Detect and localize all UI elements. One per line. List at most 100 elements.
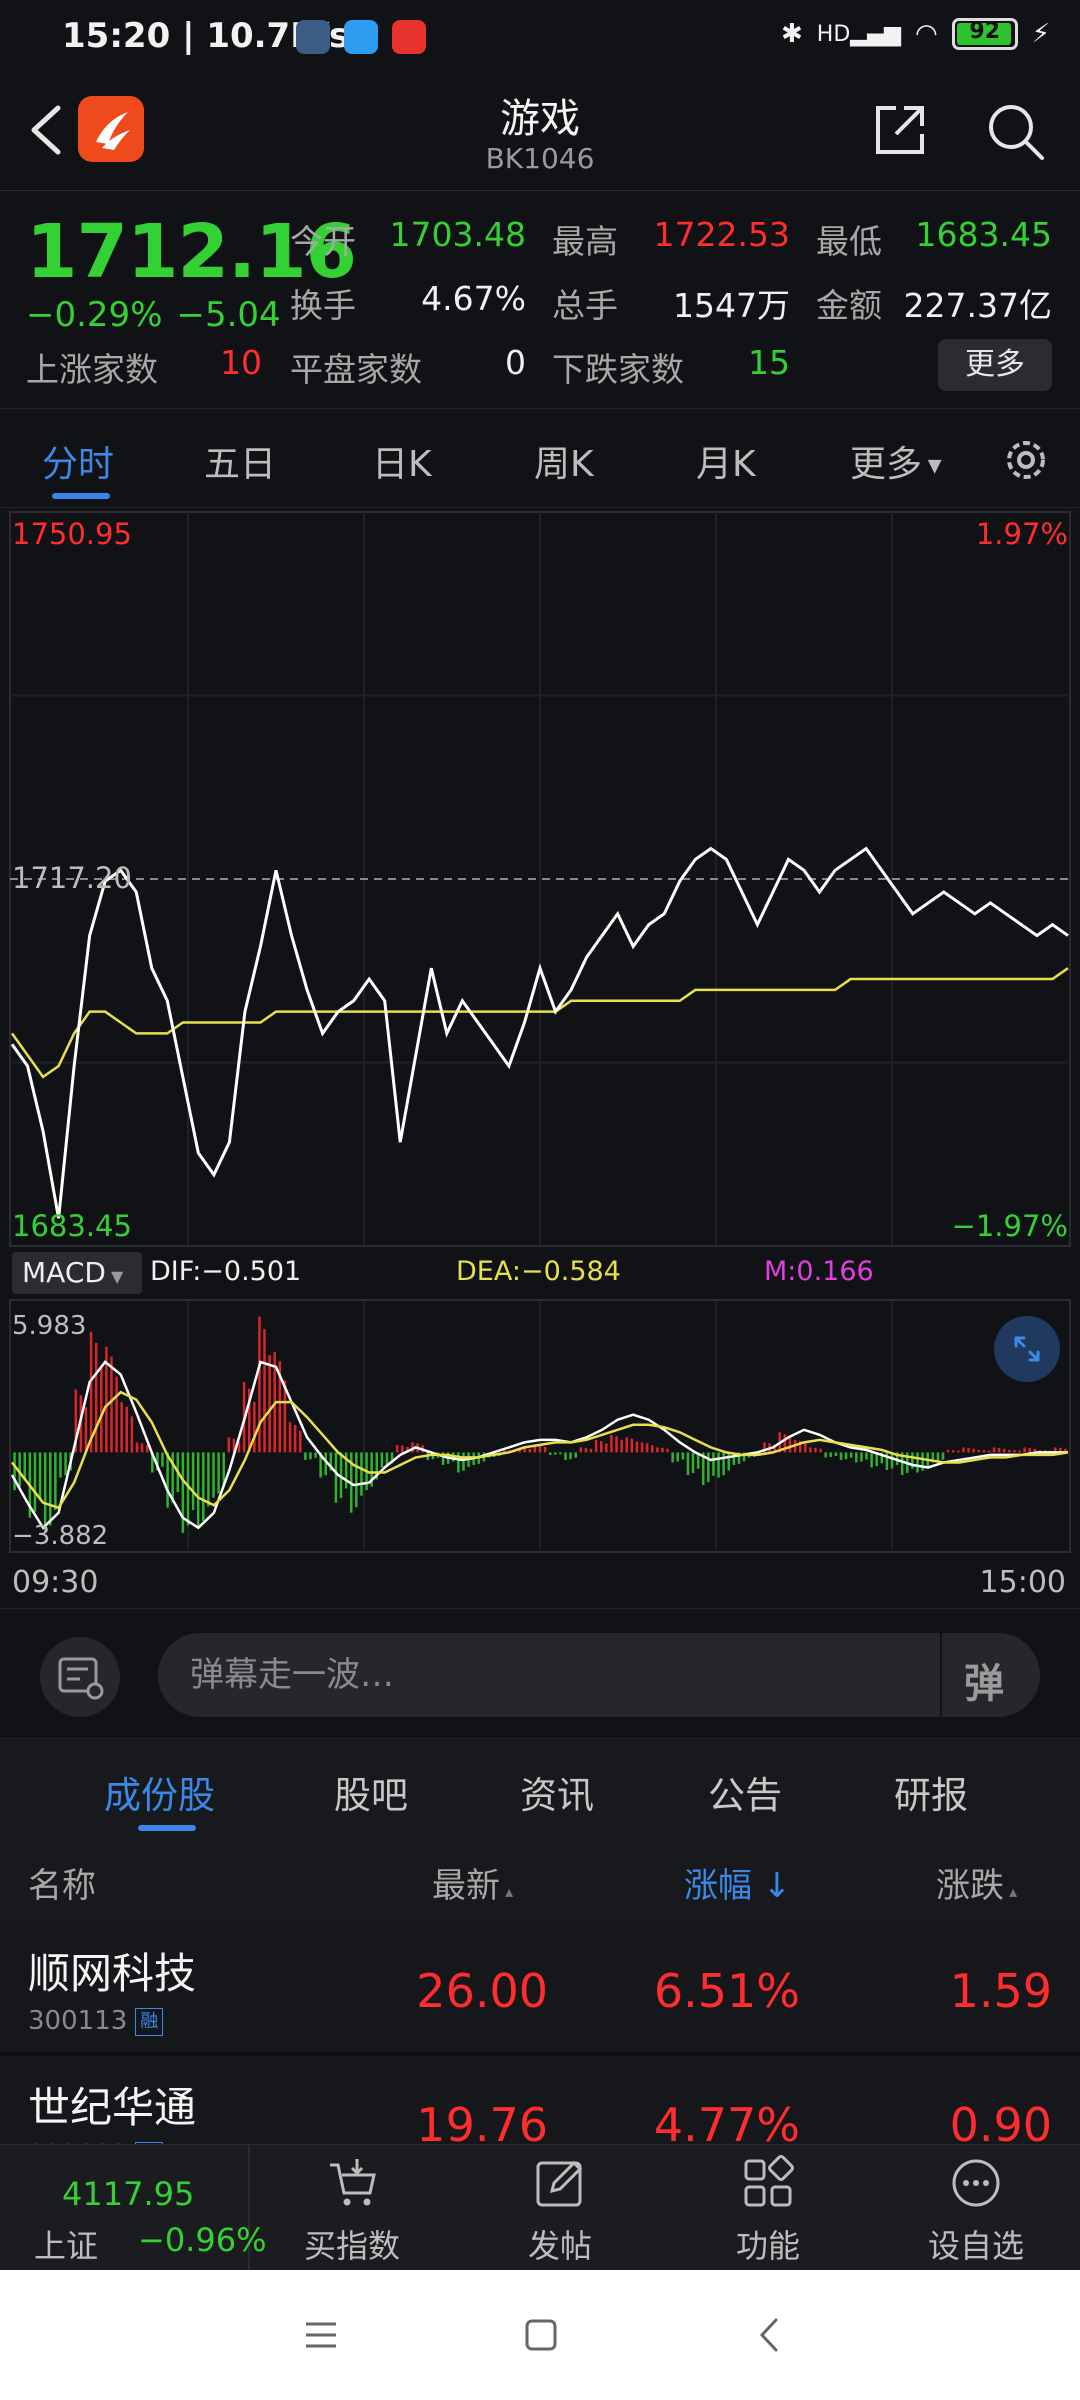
y-bottom-label: 1683.45 [12,1209,132,1243]
share-icon[interactable] [870,100,930,160]
search-icon[interactable] [984,100,1046,162]
cart-icon [330,2159,376,2206]
more-quote-button[interactable]: 更多 [938,339,1052,391]
post-label: 发帖 [527,2227,592,2265]
add-watchlist-button[interactable]: 设自选 [876,2145,1076,2271]
bluetooth-icon: ✱ [781,19,803,49]
caret-down-icon: ▼ [105,1267,124,1286]
stock-latest: 26.00 [416,1964,548,2018]
high-value: 1722.53 [653,215,790,254]
buy-index-button[interactable]: 买指数 [252,2145,452,2271]
wifi-icon: ◠ [915,19,938,49]
system-nav-bar [0,2270,1080,2400]
index-change: −0.96% [138,2221,267,2259]
y-mid-label: 1717.20 [12,861,132,895]
grid-icon [744,2155,794,2207]
stock-change: 1.59 [949,1964,1052,2018]
volume-label: 总手 [552,286,618,325]
edit-icon [536,2160,583,2207]
turnover-value: 4.67% [421,279,526,318]
high-label: 最高 [552,222,618,261]
tab-research[interactable]: 研报 [894,1765,968,1819]
danmu-toggle-label: 弹 [964,1661,1004,1707]
col-change-pct[interactable]: 涨幅 ↓ [684,1858,791,1907]
danmu-input[interactable] [190,1633,950,1717]
index-value: 4117.95 [62,2175,195,2213]
expand-chart-button[interactable] [994,1316,1060,1382]
table-row[interactable]: 顺网科技 300113 融 26.00 6.51% 1.59 [0,1922,1080,2054]
tab-five-day[interactable]: 五日 [204,435,276,487]
tab-monthly-k[interactable]: 月K [696,435,756,487]
change-percent: −0.29% [26,295,163,335]
menu-icon[interactable] [296,2310,346,2360]
home-icon[interactable] [516,2310,566,2360]
danmu-input-box[interactable]: 弹 [158,1633,1040,1717]
turnover-label: 换手 [290,286,356,325]
pct-bottom-label: −1.97% [952,1209,1068,1243]
x-end-label: 15:00 [980,1565,1066,1600]
stock-name: 世纪华通 [28,2083,197,2132]
settings-app-icon [296,20,330,54]
down-count: 15 [748,343,790,382]
header: 游戏 BK1046 [0,78,1080,190]
post-button[interactable]: 发帖 [460,2145,660,2271]
section-tabs: 成份股 股吧 资讯 公告 研报 [0,1738,1080,1836]
index-ticker[interactable]: 4117.95 上证 −0.96% [0,2145,266,2271]
add-watchlist-label: 设自选 [927,2227,1024,2265]
x-start-label: 09:30 [12,1565,98,1600]
stock-code: 300113 融 [28,2006,164,2036]
macd-grid [187,1302,893,1550]
stock-change-pct: 6.51% [653,1964,800,2018]
intraday-chart[interactable]: 1750.95 1.97% 1717.20 1683.45 −1.97% 5.9… [0,508,1080,1608]
margin-badge: 融 [135,2007,164,2036]
macd-top-label: 5.983 [12,1311,86,1341]
change-value: −5.04 [176,295,281,335]
index-name: 上证 [34,2227,99,2265]
chat-app-icon [344,20,378,54]
tab-constituents[interactable]: 成份股 [104,1765,215,1819]
indicator-select[interactable]: MACD ▼ [12,1252,142,1294]
expand-icon [1014,1336,1040,1362]
up-count: 10 [220,343,262,382]
col-name: 名称 [28,1866,96,1906]
tab-daily-k[interactable]: 日K [372,435,432,487]
charging-icon: ⚡ [1031,19,1050,49]
col-latest[interactable]: 最新 ▴ [432,1858,513,1907]
dif-value: DIF:−0.501 [150,1256,302,1287]
quote-panel: 1712.16 −0.29% −5.04 上涨家数 10 今开 1703.48 最… [0,190,1080,408]
down-count-label: 下跌家数 [552,350,684,389]
col-change[interactable]: 涨跌 ▴ [936,1858,1017,1907]
tab-intraday[interactable]: 分时 [42,435,114,487]
macd-bottom-label: −3.882 [12,1521,108,1551]
sort-icon: ▴ [500,1882,514,1901]
back-nav-icon[interactable] [746,2310,796,2360]
low-value: 1683.45 [915,215,1052,254]
caret-down-icon: ▼ [922,455,942,477]
dea-value: DEA:−0.584 [456,1256,621,1287]
open-value: 1703.48 [389,215,526,254]
amount-value: 227.37亿 [903,286,1052,325]
danmu-toggle-button[interactable]: 弹 [940,1633,1040,1717]
battery-icon: 92 [951,18,1018,50]
functions-button[interactable]: 功能 [668,2145,868,2271]
tab-announcements[interactable]: 公告 [708,1765,782,1819]
pct-top-label: 1.97% [976,517,1068,551]
flat-count: 0 [505,343,526,382]
stock-name: 顺网科技 [28,1949,197,1998]
tab-more-periods[interactable]: 更多 ▼ [850,435,942,487]
period-tabs: 分时 五日 日K 周K 月K 更多 ▼ [0,408,1080,508]
functions-label: 功能 [735,2227,800,2265]
tab-news[interactable]: 资讯 [520,1765,594,1819]
battery-level: 92 [969,19,1001,44]
danmu-settings-icon[interactable] [40,1637,120,1717]
tab-forum[interactable]: 股吧 [334,1765,408,1819]
tab-weekly-k[interactable]: 周K [534,435,594,487]
chart-settings-gear-icon[interactable] [1000,434,1052,486]
more-circle-icon [952,2159,1000,2207]
status-bar: 15:20 | 10.7K/s ✱ HD▂▄▆ ◠ 92 ⚡ [0,0,1080,78]
up-count-label: 上涨家数 [26,350,158,389]
amount-label: 金额 [816,286,882,325]
low-label: 最低 [816,222,882,261]
volume-value: 1547万 [673,286,790,325]
danmu-bar: 弹 [0,1608,1080,1738]
